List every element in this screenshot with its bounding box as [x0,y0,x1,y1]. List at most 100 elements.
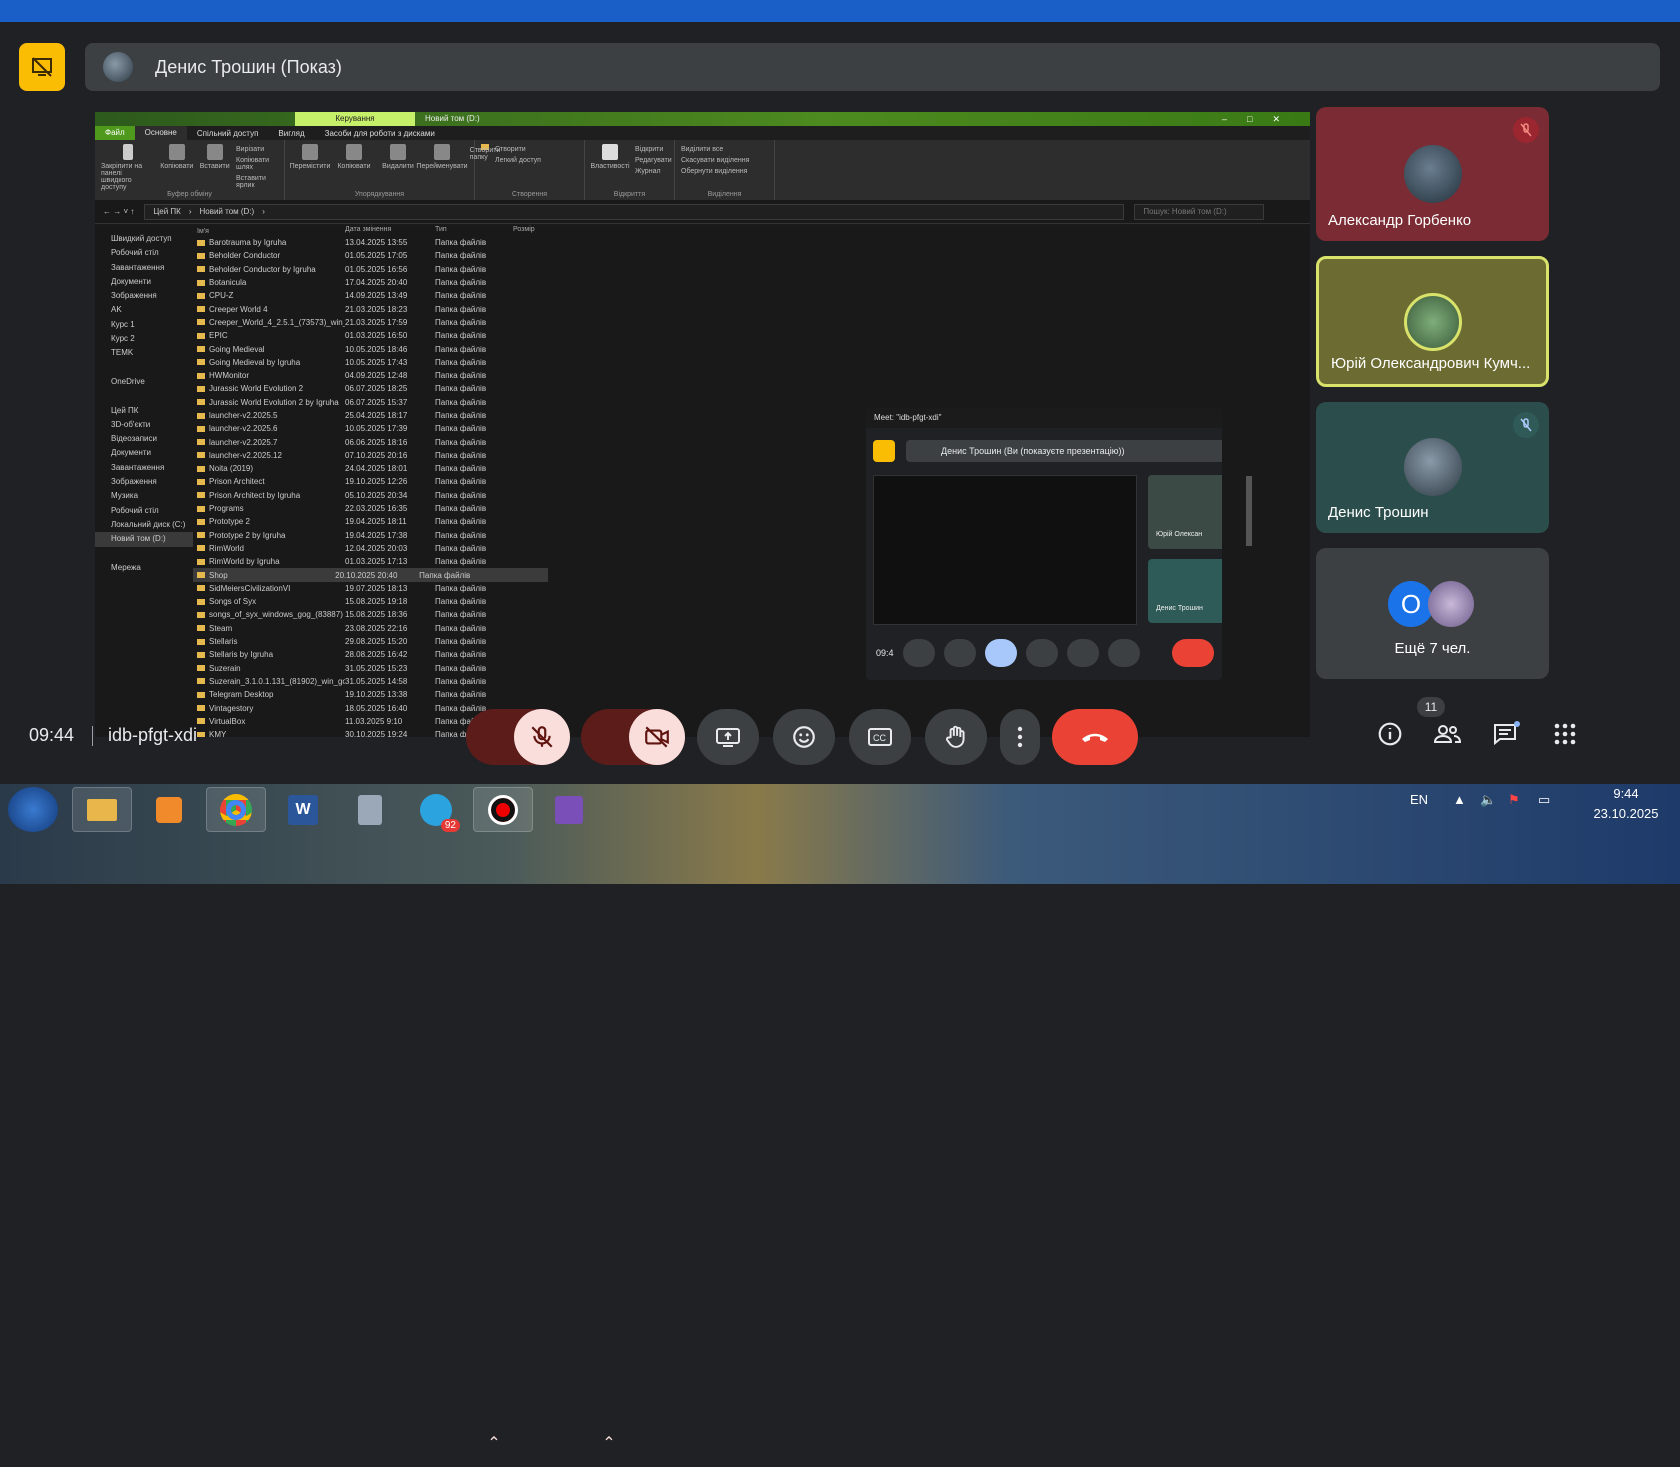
start-button[interactable] [8,787,58,832]
calculator-icon [358,794,382,825]
taskbar-visual-studio[interactable] [539,787,599,832]
present-button[interactable] [697,709,759,765]
participant-tile[interactable]: Александр Горбенко [1316,107,1549,241]
file-row[interactable]: Barotrauma by Igruha 13.04.2025 13:55 Папк… [193,236,1310,249]
file-name: Telegram Desktop [209,690,274,700]
folder-icon [197,425,205,432]
folder-icon [197,452,205,459]
nav-item[interactable]: Швидкий доступ [95,232,193,246]
leave-call-button[interactable] [1052,709,1138,765]
camera-toggle-button[interactable] [629,709,685,765]
copy-to-label: Копіювати [337,163,371,170]
participant-tile[interactable]: Юрій Олександрович Кумч... [1316,256,1549,387]
nav-item[interactable]: TEMK [95,346,193,360]
file-row[interactable]: Telegram Desktop 19.10.2025 13:38 Папка фа… [193,688,1310,701]
file-type: Папка файлів [435,490,487,500]
taskbar-recorder[interactable] [473,787,533,832]
chat-button[interactable] [1486,710,1526,758]
nav-item[interactable]: Завантаження [95,261,193,275]
tray-expand-icon[interactable]: ▲ [1453,792,1466,807]
mic-toggle-button[interactable] [514,709,570,765]
file-row[interactable]: CPU-Z 14.09.2025 13:49 Папка файлів [193,289,1310,302]
taskbar-clock[interactable]: 9:44 23.10.2025 [1581,784,1671,824]
nav-item[interactable]: Курс 2 [95,332,193,346]
file-row[interactable]: Jurassic World Evolution 2 by Igruha 06.0… [193,396,1310,409]
ribbon-tabs: Файл Основне Спільний доступ Вигляд Засо… [95,126,1310,140]
nav-item[interactable]: Музика [95,489,193,503]
nav-item[interactable]: Курс 1 [95,318,193,332]
camera-options-button[interactable]: ⌃ [589,1419,629,1467]
taskbar-explorer[interactable] [72,787,132,832]
file-type: Папка файлів [435,344,487,354]
nav-item[interactable]: Документи [95,275,193,289]
nav-item[interactable] [95,361,193,375]
participant-tile[interactable]: Денис Трошин [1316,402,1549,533]
file-row[interactable]: Creeper_World_4_2.5.1_(73573)_win_gog21.… [193,316,1310,329]
file-date: 15.08.2025 18:36 [345,610,408,620]
file-date: 01.05.2025 16:56 [345,264,408,274]
file-date: 23.08.2025 22:16 [345,623,408,633]
nav-item[interactable]: Завантаження [95,461,193,475]
nav-item[interactable]: Зображення [95,475,193,489]
file-row[interactable]: Beholder Conductor by Igruha 01.05.2025 1… [193,263,1310,276]
pip-leave-button [1171,639,1214,667]
select-all-label: Виділити все [681,146,724,153]
file-date: 14.09.2025 13:49 [345,291,408,301]
nav-item[interactable]: Робочий стіл [95,504,193,518]
volume-icon[interactable]: 🔈 [1480,792,1496,808]
folder-icon [197,598,205,605]
file-row[interactable]: Jurassic World Evolution 2 06.07.2025 18:… [193,382,1310,395]
reactions-button[interactable] [773,709,835,765]
folder-icon [197,279,205,286]
more-options-button[interactable] [1000,709,1040,765]
nav-item[interactable]: 3D-об'єкти [95,418,193,432]
easy-access-label: Легкий доступ [495,157,541,164]
mic-options-button[interactable]: ⌃ [474,1419,514,1467]
file-row[interactable]: EPIC 01.03.2025 16:50 Папка файлів [193,329,1310,342]
nav-item[interactable]: AK [95,303,193,317]
nav-item[interactable]: Документи [95,446,193,460]
file-row[interactable]: Creeper World 4 21.03.2025 18:23 Папка фай… [193,302,1310,315]
nav-item[interactable]: Локальний диск (C:) [95,518,193,532]
meeting-info-button[interactable] [1370,710,1410,758]
presenter-avatar [103,52,133,82]
taskbar-word[interactable]: W [273,787,333,832]
network-icon[interactable]: ▭ [1538,792,1550,808]
language-indicator[interactable]: EN [1410,792,1428,807]
file-row[interactable]: Shop 20.10.2025 20:40 Папка файлів [193,568,548,582]
taskbar-media-player[interactable] [139,787,199,832]
properties-label: Властивості [590,163,630,170]
nav-item[interactable]: Мережа [95,561,193,575]
taskbar-chrome[interactable] [206,787,266,832]
camera-off-icon [645,726,669,748]
nav-item[interactable]: Зображення [95,289,193,303]
folder-icon [197,665,205,672]
file-type: Папка файлів [435,317,487,327]
nav-item[interactable]: Новий том (D:) [95,532,193,547]
file-row[interactable]: Going Medieval by Igruha 10.05.2025 17:43… [193,356,1310,369]
file-row[interactable]: HWMonitor 04.09.2025 12:48 Папка файлів [193,369,1310,382]
pip-present-button [984,639,1017,667]
nav-item[interactable]: Робочий стіл [95,246,193,260]
taskbar-calculator[interactable] [340,787,400,832]
nav-item[interactable] [95,389,193,403]
flag-icon[interactable]: ⚑ [1508,792,1520,808]
nav-item[interactable]: Відеозаписи [95,432,193,446]
captions-button[interactable]: CC [849,709,911,765]
file-name: Going Medieval [209,344,265,354]
file-row[interactable]: Beholder Conductor 01.05.2025 17:05 Папка … [193,249,1310,262]
file-date: 06.06.2025 18:16 [345,437,408,447]
activities-button[interactable] [1545,710,1585,758]
visual-studio-icon [555,795,583,824]
file-row[interactable]: Botanicula 17.04.2025 20:40 Папка файлів [193,276,1310,289]
presentation-badge[interactable] [19,43,65,91]
raise-hand-button[interactable] [925,709,987,765]
nav-item[interactable]: Цей ПК [95,404,193,418]
people-button[interactable] [1427,710,1467,758]
more-participants-tile[interactable]: О Ещё 7 чел. [1316,548,1549,679]
file-row[interactable]: Vintagestory 18.05.2025 16:40 Папка файлів [193,701,1310,714]
file-row[interactable]: Going Medieval 10.05.2025 18:46 Папка файл… [193,342,1310,355]
taskbar-telegram[interactable]: 92 [406,787,466,832]
nav-item[interactable] [95,547,193,561]
nav-item[interactable]: OneDrive [95,375,193,389]
